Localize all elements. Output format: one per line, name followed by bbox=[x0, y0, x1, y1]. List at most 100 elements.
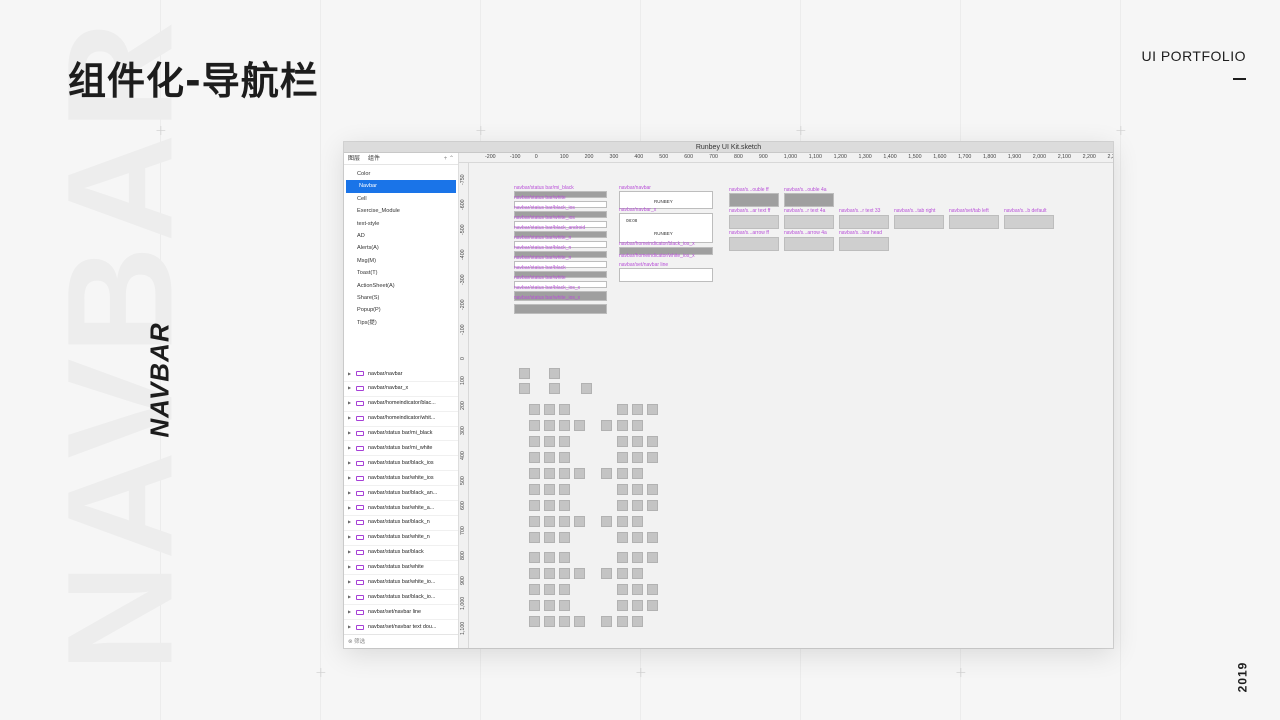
icon-thumb[interactable] bbox=[617, 568, 628, 579]
page-item[interactable]: Msg(M) bbox=[344, 255, 458, 267]
icon-thumb[interactable] bbox=[601, 568, 612, 579]
icon-thumb[interactable] bbox=[544, 436, 555, 447]
layer-item[interactable]: ▶ navbar/status bar/white_n bbox=[344, 531, 458, 546]
icon-thumb[interactable] bbox=[529, 584, 540, 595]
artboard-label[interactable]: navbar/s...arrow ff bbox=[729, 230, 769, 236]
artboard-label[interactable]: navbar/s...ouble 4a bbox=[784, 187, 827, 193]
icon-thumb[interactable] bbox=[647, 552, 658, 563]
icon-thumb[interactable] bbox=[601, 516, 612, 527]
icon-thumb[interactable] bbox=[617, 452, 628, 463]
icon-thumb[interactable] bbox=[544, 552, 555, 563]
icon-thumb[interactable] bbox=[529, 568, 540, 579]
artboard-label[interactable]: navbar/status bar/black_android bbox=[514, 225, 585, 231]
icon-thumb[interactable] bbox=[574, 468, 585, 479]
artboard[interactable] bbox=[784, 193, 834, 207]
artboard[interactable] bbox=[729, 237, 779, 251]
artboard-label[interactable]: navbar/status bar/black_n bbox=[514, 245, 571, 251]
icon-thumb[interactable] bbox=[544, 404, 555, 415]
icon-thumb[interactable] bbox=[544, 568, 555, 579]
icon-thumb[interactable] bbox=[601, 420, 612, 431]
icon-thumb[interactable] bbox=[519, 368, 530, 379]
artboard-label[interactable]: navbar/homeindicator/white_ios_x bbox=[619, 253, 695, 259]
icon-thumb[interactable] bbox=[559, 600, 570, 611]
page-item[interactable]: AD bbox=[344, 230, 458, 242]
layer-item[interactable]: ▶ navbar/status bar/white bbox=[344, 561, 458, 576]
page-item[interactable]: Share(S) bbox=[344, 292, 458, 304]
artboard-label[interactable]: navbar/status bar/black_ios bbox=[514, 205, 575, 211]
layer-item[interactable]: ▶ navbar/homeindicator/whit... bbox=[344, 412, 458, 427]
icon-thumb[interactable] bbox=[617, 420, 628, 431]
icon-thumb[interactable] bbox=[632, 568, 643, 579]
add-page-icon[interactable]: + ⌃ bbox=[444, 153, 454, 164]
expand-arrow-icon[interactable]: ▶ bbox=[348, 427, 354, 441]
icon-thumb[interactable] bbox=[632, 516, 643, 527]
icon-thumb[interactable] bbox=[617, 484, 628, 495]
filter-field[interactable]: ⊗ 筛选 bbox=[344, 634, 458, 648]
icon-thumb[interactable] bbox=[632, 404, 643, 415]
icon-thumb[interactable] bbox=[647, 436, 658, 447]
icon-thumb[interactable] bbox=[574, 516, 585, 527]
icon-thumb[interactable] bbox=[574, 616, 585, 627]
expand-arrow-icon[interactable]: ▶ bbox=[348, 382, 354, 396]
expand-arrow-icon[interactable]: ▶ bbox=[348, 501, 354, 515]
icon-thumb[interactable] bbox=[632, 532, 643, 543]
artboard[interactable] bbox=[514, 304, 607, 314]
page-item[interactable]: Popup(P) bbox=[344, 304, 458, 316]
icon-thumb[interactable] bbox=[559, 468, 570, 479]
canvas[interactable]: RUNBEY 08:08 RUNBEY navbar/status bar/mi… bbox=[469, 163, 1113, 648]
icon-thumb[interactable] bbox=[617, 516, 628, 527]
layer-item[interactable]: ▶ navbar/status bar/black_io... bbox=[344, 590, 458, 606]
icon-thumb[interactable] bbox=[632, 452, 643, 463]
layer-item[interactable]: ▶ navbar/status bar/black_n bbox=[344, 516, 458, 531]
expand-arrow-icon[interactable]: ▶ bbox=[348, 471, 354, 485]
layer-item[interactable]: ▶ navbar/status bar/black bbox=[344, 546, 458, 561]
icon-thumb[interactable] bbox=[529, 516, 540, 527]
expand-arrow-icon[interactable]: ▶ bbox=[348, 546, 354, 560]
page-item[interactable]: Color bbox=[344, 168, 458, 180]
page-item[interactable]: Cell bbox=[344, 193, 458, 205]
icon-thumb[interactable] bbox=[574, 568, 585, 579]
page-item[interactable]: ActionSheet(A) bbox=[344, 280, 458, 292]
icon-thumb[interactable] bbox=[632, 584, 643, 595]
artboard[interactable] bbox=[784, 237, 834, 251]
icon-thumb[interactable] bbox=[647, 404, 658, 415]
page-item[interactable]: Exercise_Module bbox=[344, 205, 458, 217]
icon-thumb[interactable] bbox=[559, 568, 570, 579]
icon-thumb[interactable] bbox=[544, 452, 555, 463]
icon-thumb[interactable] bbox=[544, 600, 555, 611]
tab-components[interactable]: 组件 bbox=[368, 153, 380, 164]
icon-thumb[interactable] bbox=[647, 532, 658, 543]
icon-thumb[interactable] bbox=[632, 436, 643, 447]
icon-thumb[interactable] bbox=[549, 383, 560, 394]
icon-thumb[interactable] bbox=[647, 600, 658, 611]
page-item[interactable]: text-style bbox=[344, 218, 458, 230]
expand-arrow-icon[interactable]: ▶ bbox=[348, 441, 354, 455]
expand-arrow-icon[interactable]: ▶ bbox=[348, 486, 354, 500]
artboard[interactable] bbox=[949, 215, 999, 229]
icon-thumb[interactable] bbox=[529, 484, 540, 495]
expand-arrow-icon[interactable]: ▶ bbox=[348, 531, 354, 545]
icon-thumb[interactable] bbox=[632, 616, 643, 627]
icon-thumb[interactable] bbox=[617, 552, 628, 563]
icon-thumb[interactable] bbox=[559, 484, 570, 495]
icon-thumb[interactable] bbox=[544, 484, 555, 495]
page-item[interactable]: Toast(T) bbox=[344, 267, 458, 279]
artboard[interactable] bbox=[619, 268, 713, 282]
tab-layers[interactable]: 图层 bbox=[348, 153, 360, 164]
icon-thumb[interactable] bbox=[529, 436, 540, 447]
artboard[interactable] bbox=[729, 215, 779, 229]
artboard-label[interactable]: navbar/navbar_x bbox=[619, 207, 656, 213]
artboard[interactable] bbox=[729, 193, 779, 207]
icon-thumb[interactable] bbox=[544, 468, 555, 479]
icon-thumb[interactable] bbox=[529, 552, 540, 563]
icon-thumb[interactable] bbox=[559, 452, 570, 463]
icon-thumb[interactable] bbox=[559, 500, 570, 511]
page-item[interactable]: Alerts(A) bbox=[344, 242, 458, 254]
layer-item[interactable]: ▶ navbar/status bar/mi_black bbox=[344, 427, 458, 442]
expand-arrow-icon[interactable]: ▶ bbox=[348, 397, 354, 411]
expand-arrow-icon[interactable]: ▶ bbox=[348, 412, 354, 426]
expand-arrow-icon[interactable]: ▶ bbox=[348, 620, 354, 634]
icon-thumb[interactable] bbox=[529, 404, 540, 415]
icon-thumb[interactable] bbox=[632, 552, 643, 563]
artboard-label[interactable]: navbar/status bar/white_n bbox=[514, 235, 571, 241]
